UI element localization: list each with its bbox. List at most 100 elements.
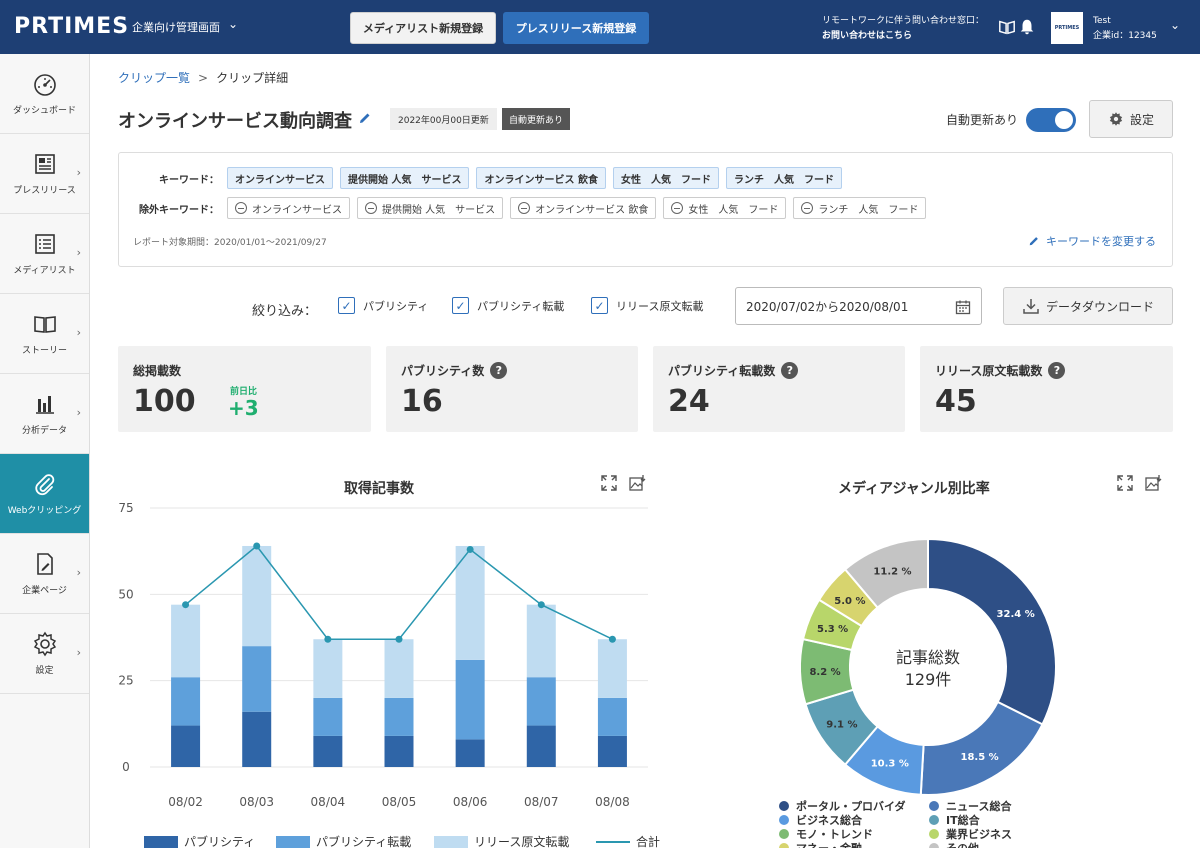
filter-release-repost-checkbox[interactable]: ✓ リリース原文転載 bbox=[591, 297, 703, 314]
sidebar-item-company-page[interactable]: 企業ページ › bbox=[0, 534, 89, 614]
date-range-input[interactable]: 2020/07/02から2020/08/01 bbox=[735, 287, 982, 325]
total-point bbox=[537, 601, 545, 609]
x-tick-label: 08/06 bbox=[453, 795, 488, 809]
page-title: オンラインサービス動向調査 bbox=[118, 111, 352, 132]
calendar-icon[interactable] bbox=[955, 299, 971, 315]
help-icon[interactable]: ? bbox=[781, 362, 799, 379]
checkbox-label: パブリシティ転載 bbox=[477, 299, 565, 313]
sidebar-item-dashboard[interactable]: ダッシュボード bbox=[0, 54, 89, 134]
filter-publicity-repost-checkbox[interactable]: ✓ パブリシティ転載 bbox=[452, 297, 564, 314]
manual-book-icon[interactable] bbox=[998, 18, 1016, 36]
legend-label: ビジネス総合 bbox=[796, 813, 863, 827]
change-keywords-link[interactable]: キーワードを変更する bbox=[1028, 233, 1156, 249]
edit-page-icon bbox=[36, 553, 53, 575]
chevron-right-icon: › bbox=[76, 406, 81, 419]
check-icon: ✓ bbox=[591, 297, 608, 314]
stat-value: 24 bbox=[668, 384, 710, 419]
keyword-chip[interactable]: 提供開始 人気 サービス bbox=[340, 167, 470, 189]
legend-label: リリース原文転載 bbox=[474, 834, 569, 848]
breadcrumb: クリップ一覧 > クリップ詳細 bbox=[118, 69, 288, 86]
bar-segment bbox=[242, 545, 272, 647]
user-name: Test bbox=[1093, 16, 1111, 26]
bar-chart-tools bbox=[600, 474, 646, 492]
updated-date-badge: 2022年00月00日更新 bbox=[390, 108, 497, 130]
sidebar-item-analytics[interactable]: 分析データ › bbox=[0, 374, 89, 454]
chevron-down-icon[interactable]: ⌄ bbox=[1170, 18, 1180, 32]
exclude-keyword-chip[interactable]: オンラインサービス bbox=[227, 197, 350, 219]
stat-label-text: パブリシティ転載数 bbox=[668, 364, 776, 378]
sidebar-item-web-clipping[interactable]: Webクリッピング bbox=[0, 454, 89, 534]
help-icon[interactable]: ? bbox=[490, 362, 508, 379]
remote-work-contact[interactable]: リモートワークに伴う問い合わせ窓口： お問い合わせはこちら bbox=[822, 14, 984, 44]
legend-label: パブリシティ bbox=[184, 834, 255, 848]
settings-button[interactable]: 設定 bbox=[1089, 100, 1173, 138]
legend-label: 合計 bbox=[636, 834, 660, 848]
keyword-chip[interactable]: ランチ 人気 フード bbox=[725, 167, 842, 189]
exclude-keyword-chip[interactable]: オンラインサービス 飲食 bbox=[510, 197, 657, 219]
exclude-keyword-text: ランチ 人気 フード bbox=[818, 204, 919, 216]
company-avatar[interactable]: PRTIMES bbox=[1051, 12, 1083, 44]
filter-label: 絞り込み： bbox=[252, 304, 318, 319]
admin-subtitle[interactable]: 企業向け管理画面 bbox=[132, 19, 220, 35]
checkbox-label: リリース原文転載 bbox=[616, 299, 704, 313]
auto-update-badge: 自動更新あり bbox=[502, 108, 571, 130]
minus-circle-icon bbox=[671, 202, 684, 214]
total-point bbox=[324, 635, 332, 643]
donut-slice bbox=[927, 537, 1057, 726]
exclude-keyword-chip[interactable]: ランチ 人気 フード bbox=[793, 197, 927, 219]
stat-value: 100 bbox=[133, 384, 196, 419]
report-period: レポート対象期間：2020/01/01～2021/09/27 bbox=[133, 238, 327, 248]
contact-link[interactable]: お問い合わせはこちら bbox=[822, 29, 984, 44]
auto-update-label: 自動更新あり bbox=[946, 113, 1019, 127]
bar-segment bbox=[171, 677, 201, 726]
exclude-keyword-chip[interactable]: 女性 人気 フード bbox=[663, 197, 787, 219]
slice-label: 10.3 % bbox=[871, 759, 909, 770]
keyword-chip[interactable]: オンラインサービス 飲食 bbox=[476, 167, 606, 189]
bar-segment bbox=[526, 725, 556, 767]
image-download-icon[interactable] bbox=[1144, 474, 1162, 492]
legend-swatch bbox=[929, 829, 939, 839]
gear-icon bbox=[1109, 112, 1123, 126]
exclude-keyword-chip[interactable]: 提供開始 人気 サービス bbox=[357, 197, 504, 219]
x-tick-label: 08/08 bbox=[595, 795, 630, 809]
x-tick-label: 08/04 bbox=[311, 795, 346, 809]
bell-icon[interactable] bbox=[1018, 18, 1036, 36]
help-icon[interactable]: ? bbox=[1048, 362, 1066, 379]
sidebar-item-settings[interactable]: 設定 › bbox=[0, 614, 89, 694]
breadcrumb-separator: > bbox=[198, 71, 209, 85]
breadcrumb-clip-list[interactable]: クリップ一覧 bbox=[118, 71, 190, 85]
stat-card-total: 総掲載数 100 前日比 +3 bbox=[118, 346, 371, 432]
expand-icon[interactable] bbox=[600, 474, 618, 492]
keyword-chip[interactable]: オンラインサービス bbox=[227, 167, 333, 189]
auto-update-toggle[interactable] bbox=[1026, 108, 1076, 132]
sidebar-item-media-list[interactable]: メディアリスト › bbox=[0, 214, 89, 294]
top-bar: PRTIMES 企業向け管理画面 ⌄ メディアリスト新規登録 プレスリリース新規… bbox=[0, 0, 1200, 54]
check-icon: ✓ bbox=[338, 297, 355, 314]
logo[interactable]: PRTIMES bbox=[14, 14, 129, 39]
pencil-icon[interactable] bbox=[358, 111, 372, 125]
new-media-list-button[interactable]: メディアリスト新規登録 bbox=[350, 12, 496, 44]
legend-label: パブリシティ転載 bbox=[316, 834, 411, 848]
total-point bbox=[253, 542, 261, 550]
data-download-button[interactable]: データダウンロード bbox=[1003, 287, 1173, 325]
change-keywords-label: キーワードを変更する bbox=[1046, 235, 1156, 248]
legend-label: IT総合 bbox=[946, 813, 981, 827]
slice-label: 18.5 % bbox=[960, 752, 998, 763]
sidebar-item-story[interactable]: ストーリー › bbox=[0, 294, 89, 374]
paperclip-icon bbox=[34, 474, 54, 496]
donut-center-label: 記事総数 bbox=[896, 648, 960, 667]
slice-label: 5.3 % bbox=[817, 624, 848, 635]
user-info[interactable]: Test 企業id：12345 bbox=[1093, 14, 1157, 44]
new-press-release-button[interactable]: プレスリリース新規登録 bbox=[503, 12, 649, 44]
expand-icon[interactable] bbox=[1116, 474, 1134, 492]
sidebar-item-press-release[interactable]: プレスリリース › bbox=[0, 134, 89, 214]
sidebar-item-label: 企業ページ bbox=[22, 586, 67, 596]
legend-label: その他 bbox=[946, 841, 979, 848]
image-download-icon[interactable] bbox=[628, 474, 646, 492]
keyword-chip[interactable]: 女性 人気 フード bbox=[612, 167, 719, 189]
filter-publicity-checkbox[interactable]: ✓ パブリシティ bbox=[338, 297, 428, 314]
chevron-down-icon[interactable]: ⌄ bbox=[228, 17, 238, 31]
chevron-right-icon: › bbox=[76, 326, 81, 339]
slice-label: 9.1 % bbox=[826, 720, 857, 731]
donut-chart: 32.4 % 18.5 % 10.3 % 9.1 % 8.2 % 5.3 % 5.0 % 11… bbox=[779, 537, 1057, 848]
